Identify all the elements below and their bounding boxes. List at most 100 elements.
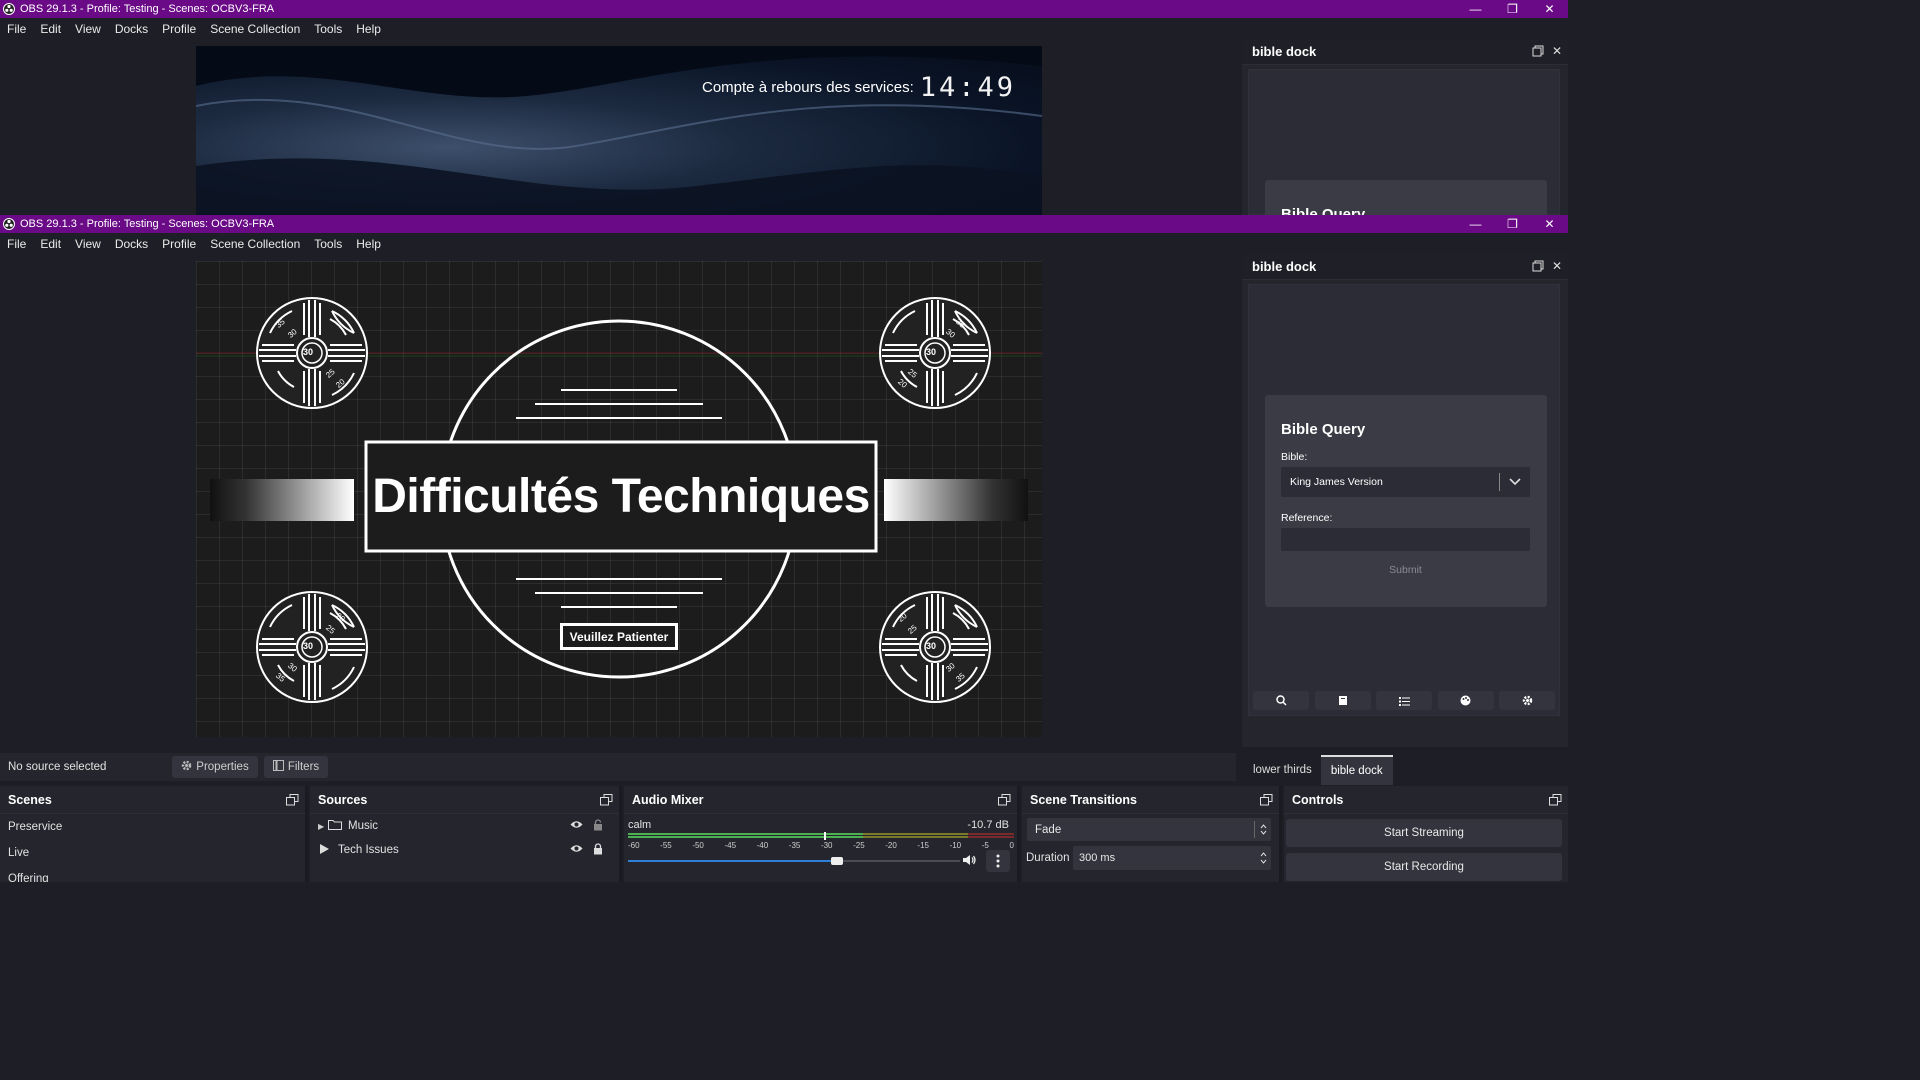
preview-canvas[interactable]: Compte à rebours des services: 14:49: [196, 46, 1042, 215]
play-icon: [318, 843, 330, 858]
window-title: OBS 29.1.3 - Profile: Testing - Scenes: …: [20, 3, 275, 15]
bible-query-card: Bible Query: [1265, 180, 1547, 215]
palette-icon[interactable]: [1437, 691, 1494, 710]
float-icon[interactable]: [998, 794, 1011, 806]
minimize-button[interactable]: —: [1457, 215, 1494, 233]
menu-help[interactable]: Help: [349, 22, 388, 36]
source-item[interactable]: Tech Issues: [310, 838, 619, 862]
properties-button[interactable]: Properties: [172, 756, 258, 778]
title-bar[interactable]: OBS 29.1.3 - Profile: Testing - Scenes: …: [0, 215, 1568, 233]
menu-view[interactable]: View: [68, 22, 108, 36]
unlock-icon[interactable]: [593, 818, 603, 834]
no-source-label: No source selected: [8, 761, 107, 773]
source-name: Tech Issues: [338, 844, 399, 856]
book-icon[interactable]: [1314, 691, 1371, 710]
sources-header: Sources: [310, 786, 619, 814]
title-bar[interactable]: OBS 29.1.3 - Profile: Testing - Scenes: …: [0, 0, 1568, 18]
meter-tick: -5: [981, 841, 989, 850]
menu-docks[interactable]: Docks: [108, 237, 155, 251]
close-button[interactable]: ✕: [1531, 215, 1568, 233]
audio-meter: [628, 832, 1014, 840]
search-icon[interactable]: [1253, 691, 1309, 710]
folder-icon: [328, 819, 342, 833]
bible-select[interactable]: King James Version: [1281, 467, 1530, 497]
scene-item[interactable]: Preservice: [0, 814, 305, 840]
audio-mixer-panel: Audio Mixer calm -10.7 dB -60 -55 -50 -4…: [624, 786, 1020, 882]
filters-button[interactable]: Filters: [264, 756, 328, 778]
scenes-title: Scenes: [8, 792, 52, 807]
eye-icon[interactable]: [570, 844, 583, 856]
more-options-icon[interactable]: [986, 850, 1010, 872]
duration-spinbox[interactable]: 300 ms: [1073, 846, 1271, 870]
scenes-header: Scenes: [0, 786, 305, 814]
meter-tick: -50: [692, 841, 704, 850]
menu-docks[interactable]: Docks: [108, 22, 155, 36]
menu-tools[interactable]: Tools: [307, 22, 349, 36]
countdown-label: Compte à rebours des services:: [702, 79, 914, 96]
volume-slider[interactable]: [628, 856, 960, 866]
controls-title: Controls: [1292, 792, 1344, 807]
menu-help[interactable]: Help: [349, 237, 388, 251]
reference-input[interactable]: [1281, 528, 1530, 551]
start-streaming-button[interactable]: Start Streaming: [1286, 819, 1562, 847]
source-item[interactable]: ▶ Music: [310, 814, 619, 838]
preview-canvas[interactable]: 30 30 30 30 35 30 25 20 35 30 25 20 20 2…: [196, 261, 1042, 737]
menu-profile[interactable]: Profile: [155, 22, 203, 36]
menu-file[interactable]: File: [0, 22, 33, 36]
float-icon[interactable]: [1532, 45, 1544, 60]
float-icon[interactable]: [1260, 794, 1273, 806]
scene-item[interactable]: Live: [0, 840, 305, 866]
scene-transitions-title: Scene Transitions: [1030, 792, 1137, 807]
start-recording-button[interactable]: Start Recording: [1286, 853, 1562, 881]
menu-edit[interactable]: Edit: [33, 237, 68, 251]
float-icon[interactable]: [1549, 794, 1562, 806]
maximize-button[interactable]: ❐: [1494, 0, 1531, 18]
updown-icon[interactable]: [1255, 852, 1271, 864]
menu-scene-collection[interactable]: Scene Collection: [203, 22, 307, 36]
preview-title: Difficultés Techniques: [372, 470, 870, 523]
expand-arrow-icon[interactable]: ▶: [318, 822, 328, 831]
minimize-button[interactable]: —: [1457, 0, 1494, 18]
float-icon[interactable]: [1532, 260, 1544, 275]
volume-slider-handle[interactable]: [831, 857, 844, 865]
tab-bible-dock[interactable]: bible dock: [1320, 755, 1393, 785]
lock-icon[interactable]: [593, 842, 603, 858]
chevron-down-icon: [1500, 478, 1530, 486]
menu-view[interactable]: View: [68, 237, 108, 251]
tab-lower-thirds[interactable]: lower thirds: [1244, 756, 1321, 784]
gear-icon[interactable]: [1499, 691, 1555, 710]
meter-tick: -15: [917, 841, 929, 850]
close-button[interactable]: ✕: [1531, 0, 1568, 18]
maximize-button[interactable]: ❐: [1494, 215, 1531, 233]
meter-tick: -60: [628, 841, 640, 850]
speaker-icon[interactable]: [962, 853, 976, 871]
submit-button[interactable]: Submit: [1281, 559, 1530, 581]
scene-item[interactable]: Offering: [0, 866, 305, 882]
close-icon[interactable]: ✕: [1552, 260, 1562, 275]
audio-channel-name: calm: [628, 819, 652, 831]
float-icon[interactable]: [286, 794, 299, 806]
menu-tools[interactable]: Tools: [307, 237, 349, 251]
list-icon[interactable]: [1376, 691, 1432, 710]
dock-tabs: lower thirds bible dock: [1244, 755, 1393, 785]
eye-icon[interactable]: [570, 820, 583, 832]
bible-dock-background: bible dock ✕ Bible Query: [1242, 39, 1568, 215]
float-icon[interactable]: [600, 794, 613, 806]
menu-scene-collection[interactable]: Scene Collection: [203, 237, 307, 251]
window-title: OBS 29.1.3 - Profile: Testing - Scenes: …: [20, 218, 275, 230]
controls-panel: Controls Start Streaming Start Recording: [1284, 786, 1568, 882]
dock-toolbar: [1253, 691, 1555, 711]
obs-logo-icon: [3, 3, 15, 15]
filters-label: Filters: [287, 761, 320, 773]
scene-transitions-panel: Scene Transitions Fade Duration 300 ms: [1022, 786, 1282, 882]
filter-icon: [272, 760, 284, 774]
transition-select[interactable]: Fade: [1027, 818, 1271, 841]
preview-wait-button: Veuillez Patienter: [569, 629, 669, 644]
menu-file[interactable]: File: [0, 237, 33, 251]
close-icon[interactable]: ✕: [1552, 45, 1562, 60]
obs-window-main: OBS 29.1.3 - Profile: Testing - Scenes: …: [0, 215, 1568, 882]
dial-center-label: 30: [926, 641, 937, 651]
menu-edit[interactable]: Edit: [33, 22, 68, 36]
menu-profile[interactable]: Profile: [155, 237, 203, 251]
scenes-panel: Scenes Preservice Live Offering: [0, 786, 308, 882]
